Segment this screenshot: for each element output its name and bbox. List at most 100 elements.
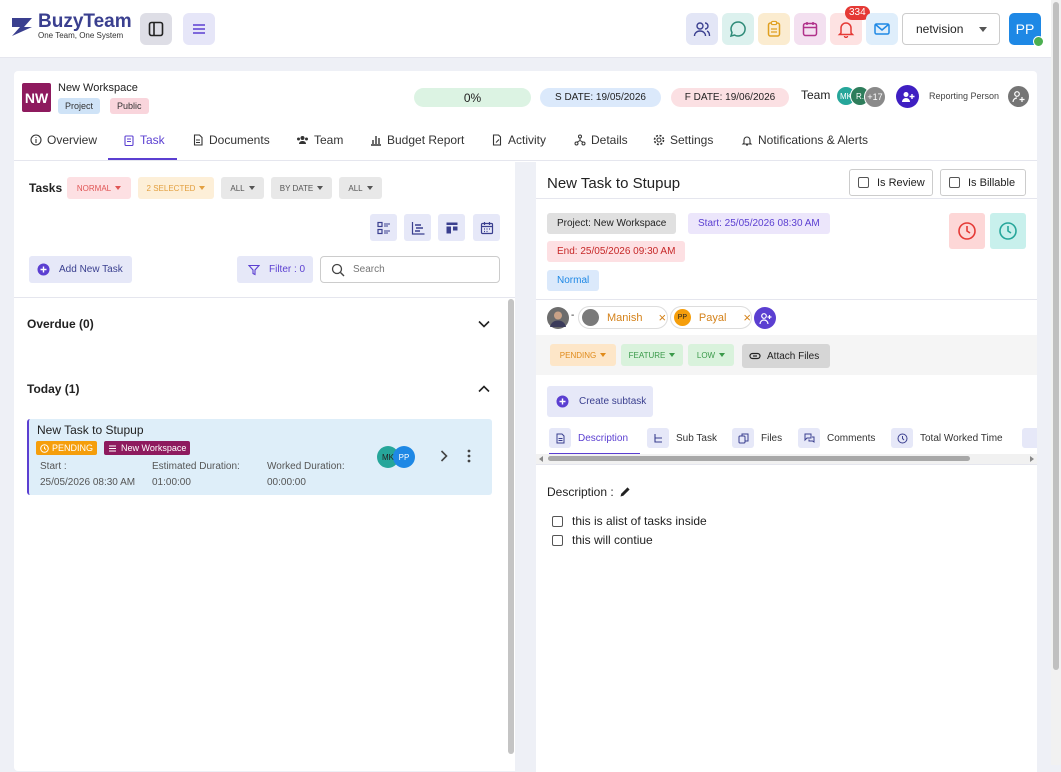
menu-button[interactable] (183, 13, 215, 45)
organization-select[interactable]: netvision (902, 13, 1000, 45)
search-input[interactable] (353, 264, 493, 275)
assignee-filter[interactable]: ALL (339, 177, 382, 199)
chevron-down-icon[interactable] (478, 320, 490, 328)
filter-icon (248, 264, 260, 275)
person-photo-icon (550, 311, 566, 327)
task-detail-title: New Task to Stupup (547, 175, 681, 192)
tab-label: Details (591, 133, 628, 147)
task-list-scrollbar[interactable] (508, 299, 514, 754)
assignee-chip[interactable]: PP Payal × (670, 306, 752, 329)
logo-icon (12, 17, 32, 36)
clipboard-icon (767, 20, 781, 37)
log-time-button[interactable] (990, 213, 1026, 249)
add-assignee-button[interactable] (754, 307, 776, 329)
create-subtask-button[interactable]: Create subtask (547, 386, 653, 417)
pencil-icon[interactable] (619, 486, 631, 498)
mail-icon (874, 23, 890, 35)
user-avatar[interactable]: PP (1009, 13, 1044, 47)
priority-dropdown[interactable]: LOW (688, 344, 734, 366)
owner-avatar[interactable] (547, 307, 569, 329)
subtab-files[interactable]: Files (732, 428, 782, 448)
chevron-down-icon (366, 186, 373, 190)
assignee-photo (582, 309, 599, 326)
tab-settings[interactable]: Settings (653, 133, 713, 147)
attach-files-button[interactable]: Attach Files (742, 344, 830, 368)
status-dropdown[interactable]: PENDING (550, 344, 616, 366)
scroll-right-icon[interactable] (1030, 456, 1034, 462)
chat-button[interactable] (722, 13, 754, 45)
chevron-down-icon (199, 186, 206, 190)
search-box[interactable] (320, 256, 500, 283)
subtab-overflow[interactable] (1022, 428, 1037, 448)
reporting-person-button[interactable] (1008, 86, 1029, 107)
notifications-button[interactable]: 334 (830, 6, 870, 45)
logo[interactable]: BuzyTeam One Team, One System (10, 12, 132, 40)
status-filter-label: 2 SELECTED (146, 183, 196, 193)
is-review-checkbox[interactable] (858, 177, 869, 188)
checklist-checkbox[interactable] (552, 515, 563, 527)
subtabs-scrollbar-track[interactable] (536, 454, 1037, 464)
task-start-label: Start : (40, 461, 67, 472)
list-view-button[interactable] (370, 214, 397, 241)
checklist-item[interactable]: this will contiue (552, 533, 653, 547)
workspace-header: NW New Workspace Project Public 0% S DAT… (14, 71, 1037, 121)
users-button[interactable] (686, 13, 718, 45)
team-more-count[interactable]: +17 (864, 86, 886, 108)
is-billable-checkbox[interactable] (949, 177, 960, 188)
chevron-down-icon (317, 186, 324, 190)
board-view-button[interactable] (438, 214, 465, 241)
calendar-view-button[interactable] (473, 214, 500, 241)
add-new-task-button[interactable]: Add New Task (29, 256, 132, 283)
add-circle-icon (37, 263, 50, 276)
is-billable-toggle[interactable]: Is Billable (940, 169, 1026, 196)
type-filter[interactable]: ALL (221, 177, 264, 199)
filter-button[interactable]: Filter : 0 (237, 256, 313, 283)
task-status-badge: PENDING (36, 441, 98, 455)
remove-assignee-icon[interactable]: × (658, 310, 666, 325)
subtab-sub-task[interactable]: Sub Task (647, 428, 717, 448)
attach-files-label: Attach Files (767, 350, 820, 362)
chevron-up-icon[interactable] (478, 385, 490, 393)
task-assignee-avatars[interactable]: MK PP (377, 446, 415, 468)
tasks-heading: Tasks (29, 181, 63, 195)
remove-assignee-icon[interactable]: × (743, 310, 751, 325)
subtab-description[interactable]: Description (549, 428, 628, 448)
scroll-left-icon[interactable] (539, 456, 543, 462)
checklist-checkbox[interactable] (552, 534, 563, 546)
add-member-button[interactable] (896, 85, 919, 108)
date-filter[interactable]: BY DATE (271, 177, 332, 199)
status-filter[interactable]: 2 SELECTED (138, 177, 214, 199)
calendar-button[interactable] (794, 13, 826, 45)
page-scrollbar-thumb[interactable] (1053, 2, 1059, 670)
tab-activity[interactable]: Activity (491, 133, 546, 147)
assignee-avatar[interactable]: PP (393, 446, 415, 468)
chevron-down-icon (248, 186, 255, 190)
tab-team[interactable]: Team (296, 133, 343, 147)
gantt-view-button[interactable] (404, 214, 431, 241)
tab-label: Documents (209, 133, 270, 147)
more-vertical-icon[interactable] (467, 449, 471, 463)
checklist-item[interactable]: this is alist of tasks inside (552, 514, 707, 528)
subtab-comments[interactable]: Comments (798, 428, 875, 448)
is-review-toggle[interactable]: Is Review (849, 169, 933, 196)
sidebar-toggle-button[interactable] (140, 13, 172, 45)
chevron-right-icon[interactable] (440, 450, 448, 462)
subtabs-scrollbar-thumb[interactable] (548, 456, 970, 461)
assignee-chip[interactable]: Manish × (578, 306, 668, 329)
mail-button[interactable] (866, 13, 898, 45)
priority-filter[interactable]: NORMAL (67, 177, 131, 199)
type-dropdown[interactable]: FEATURE (621, 344, 683, 366)
subtab-total-worked-time[interactable]: Total Worked Time (891, 428, 1003, 448)
tab-overview[interactable]: Overview (30, 133, 97, 147)
tab-notifications-alerts[interactable]: Notifications & Alerts (741, 133, 868, 147)
project-chip: Project: New Workspace (547, 213, 677, 234)
page-scrollbar[interactable] (1051, 0, 1061, 765)
clipboard-button[interactable] (758, 13, 790, 45)
task-card[interactable]: New Task to Stupup PENDING New Workspace… (27, 419, 492, 495)
team-avatars[interactable]: MK R. +17 (836, 86, 886, 108)
tab-documents[interactable]: Documents (192, 133, 270, 147)
tab-budget-report[interactable]: Budget Report (370, 133, 464, 147)
tab-details[interactable]: Details (574, 133, 628, 147)
start-timer-button[interactable] (949, 213, 985, 249)
tab-task[interactable]: Task (123, 133, 165, 147)
